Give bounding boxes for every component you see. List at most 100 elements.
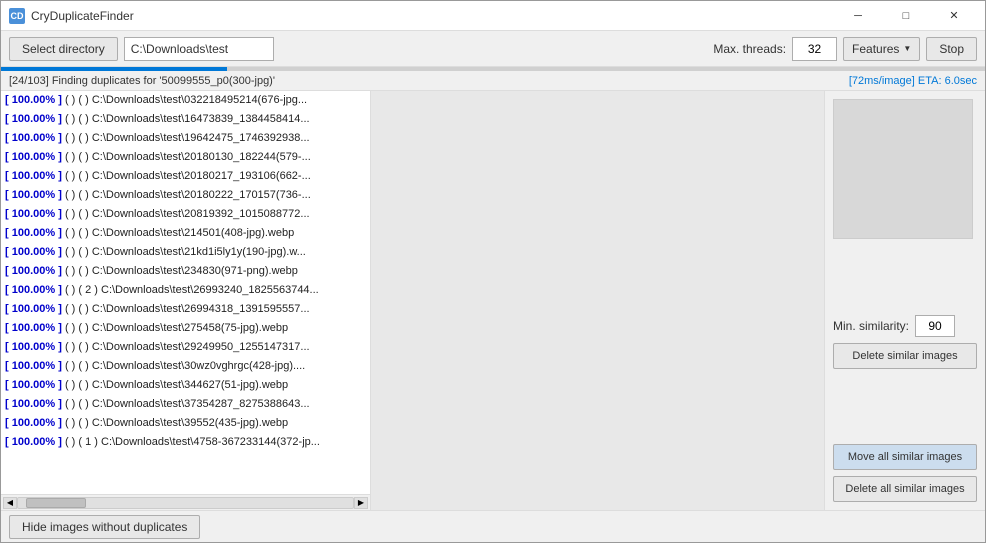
list-item-pct: [ 100.00% ] (5, 379, 62, 391)
list-item-info: ( ) ( ) (65, 208, 89, 220)
list-item[interactable]: [ 100.00% ] ( ) ( ) C:\Downloads\test\20… (1, 167, 370, 186)
list-item-info: ( ) ( ) (65, 227, 89, 239)
list-item[interactable]: [ 100.00% ] ( ) ( 2 ) C:\Downloads\test\… (1, 281, 370, 300)
delete-similar-button[interactable]: Delete similar images (833, 343, 977, 369)
delete-all-similar-button[interactable]: Delete all similar images (833, 476, 977, 502)
max-threads-label: Max. threads: (713, 42, 786, 56)
horizontal-scrollbar[interactable]: ◀ ▶ (1, 494, 370, 510)
maximize-button[interactable]: □ (883, 1, 929, 31)
list-item-path: C:\Downloads\test\30wz0vghrgc(428-jpg)..… (92, 360, 305, 372)
main-window: CD CryDuplicateFinder ─ □ ✕ Select direc… (0, 0, 986, 543)
title-bar-left: CD CryDuplicateFinder (9, 8, 134, 24)
list-item-info: ( ) ( ) (65, 303, 89, 315)
scroll-left-icon[interactable]: ◀ (3, 497, 17, 509)
move-all-similar-button[interactable]: Move all similar images (833, 444, 977, 470)
list-item-path: C:\Downloads\test\20819392_1015088772... (92, 208, 310, 220)
list-item[interactable]: [ 100.00% ] ( ) ( ) C:\Downloads\test\23… (1, 262, 370, 281)
list-item[interactable]: [ 100.00% ] ( ) ( ) C:\Downloads\test\27… (1, 319, 370, 338)
list-item-info: ( ) ( ) (65, 398, 89, 410)
close-button[interactable]: ✕ (931, 1, 977, 31)
path-value: C:\Downloads\test (131, 42, 228, 56)
list-item-pct: [ 100.00% ] (5, 246, 62, 258)
scrollbar-track[interactable] (17, 497, 354, 509)
list-item[interactable]: [ 100.00% ] ( ) ( ) C:\Downloads\test\37… (1, 395, 370, 414)
list-item[interactable]: [ 100.00% ] ( ) ( ) C:\Downloads\test\20… (1, 205, 370, 224)
window-title: CryDuplicateFinder (31, 9, 134, 23)
list-item-path: C:\Downloads\test\26994318_1391595557... (92, 303, 310, 315)
scrollbar-thumb[interactable] (26, 498, 86, 508)
min-similarity-label: Min. similarity: (833, 319, 909, 333)
list-item-info: ( ) ( ) (65, 132, 89, 144)
list-item-pct: [ 100.00% ] (5, 265, 62, 277)
list-item[interactable]: [ 100.00% ] ( ) ( ) C:\Downloads\test\20… (1, 148, 370, 167)
list-scroll[interactable]: [ 100.00% ] ( ) ( ) C:\Downloads\test\03… (1, 91, 370, 494)
list-panel: [ 100.00% ] ( ) ( ) C:\Downloads\test\03… (1, 91, 371, 510)
scroll-right-icon[interactable]: ▶ (354, 497, 368, 509)
list-item[interactable]: [ 100.00% ] ( ) ( ) C:\Downloads\test\30… (1, 357, 370, 376)
status-text: [24/103] Finding duplicates for '5009955… (9, 75, 275, 87)
list-item[interactable]: [ 100.00% ] ( ) ( ) C:\Downloads\test\34… (1, 376, 370, 395)
list-item-pct: [ 100.00% ] (5, 303, 62, 315)
list-item-pct: [ 100.00% ] (5, 284, 62, 296)
stop-button[interactable]: Stop (926, 37, 977, 61)
list-item[interactable]: [ 100.00% ] ( ) ( ) C:\Downloads\test\21… (1, 243, 370, 262)
list-item-path: C:\Downloads\test\20180217_193106(662-..… (92, 170, 311, 182)
list-item-info: ( ) ( 2 ) (65, 284, 98, 296)
list-item-path: C:\Downloads\test\19642475_1746392938... (92, 132, 310, 144)
title-bar-controls: ─ □ ✕ (835, 1, 977, 31)
app-icon: CD (9, 8, 25, 24)
list-item[interactable]: [ 100.00% ] ( ) ( ) C:\Downloads\test\39… (1, 414, 370, 433)
chevron-down-icon: ▼ (903, 44, 911, 53)
threads-input[interactable] (792, 37, 837, 61)
image-placeholder (371, 91, 824, 510)
list-item-info: ( ) ( ) (65, 341, 89, 353)
main-content: [ 100.00% ] ( ) ( ) C:\Downloads\test\03… (1, 91, 985, 510)
list-item-info: ( ) ( 1 ) (65, 436, 98, 448)
list-item-pct: [ 100.00% ] (5, 341, 62, 353)
list-item-path: C:\Downloads\test\16473839_1384458414... (92, 113, 310, 125)
list-item[interactable]: [ 100.00% ] ( ) ( ) C:\Downloads\test\20… (1, 186, 370, 205)
list-item-info: ( ) ( ) (65, 170, 89, 182)
list-item-path: C:\Downloads\test\29249950_1255147317... (92, 341, 310, 353)
list-item-info: ( ) ( ) (65, 151, 89, 163)
hide-no-duplicates-button[interactable]: Hide images without duplicates (9, 515, 200, 539)
list-item-pct: [ 100.00% ] (5, 322, 62, 334)
features-dropdown[interactable]: Features ▼ (843, 37, 920, 61)
list-item-pct: [ 100.00% ] (5, 227, 62, 239)
toolbar-right: Max. threads: Features ▼ Stop (713, 37, 977, 61)
list-item[interactable]: [ 100.00% ] ( ) ( 1 ) C:\Downloads\test\… (1, 433, 370, 452)
minimize-button[interactable]: ─ (835, 1, 881, 31)
list-item-info: ( ) ( ) (65, 322, 89, 334)
list-item-pct: [ 100.00% ] (5, 360, 62, 372)
eta-text: [72ms/image] ETA: 6.0sec (849, 75, 977, 87)
list-item-path: C:\Downloads\test\214501(408-jpg).webp (92, 227, 294, 239)
similarity-input[interactable] (915, 315, 955, 337)
list-item-pct: [ 100.00% ] (5, 189, 62, 201)
list-item[interactable]: [ 100.00% ] ( ) ( ) C:\Downloads\test\19… (1, 129, 370, 148)
toolbar: Select directory C:\Downloads\test Max. … (1, 31, 985, 67)
status-bar: [24/103] Finding duplicates for '5009955… (1, 71, 985, 91)
list-item[interactable]: [ 100.00% ] ( ) ( ) C:\Downloads\test\21… (1, 224, 370, 243)
list-item[interactable]: [ 100.00% ] ( ) ( ) C:\Downloads\test\03… (1, 91, 370, 110)
list-item-info: ( ) ( ) (65, 360, 89, 372)
list-item-pct: [ 100.00% ] (5, 94, 62, 106)
title-bar: CD CryDuplicateFinder ─ □ ✕ (1, 1, 985, 31)
list-item-info: ( ) ( ) (65, 379, 89, 391)
list-item-info: ( ) ( ) (65, 265, 89, 277)
list-item-info: ( ) ( ) (65, 417, 89, 429)
select-directory-button[interactable]: Select directory (9, 37, 118, 61)
list-item-pct: [ 100.00% ] (5, 170, 62, 182)
list-item-path: C:\Downloads\test\39552(435-jpg).webp (92, 417, 288, 429)
spacer (833, 245, 977, 309)
list-item-path: C:\Downloads\test\234830(971-png).webp (92, 265, 298, 277)
list-item-path: C:\Downloads\test\275458(75-jpg).webp (92, 322, 288, 334)
list-item-path: C:\Downloads\test\20180222_170157(736-..… (92, 189, 311, 201)
list-item-pct: [ 100.00% ] (5, 208, 62, 220)
list-item-info: ( ) ( ) (65, 94, 89, 106)
list-item[interactable]: [ 100.00% ] ( ) ( ) C:\Downloads\test\26… (1, 300, 370, 319)
list-item-path: C:\Downloads\test\37354287_8275388643... (92, 398, 310, 410)
list-item-info: ( ) ( ) (65, 189, 89, 201)
thumbnail-box (833, 99, 973, 239)
list-item[interactable]: [ 100.00% ] ( ) ( ) C:\Downloads\test\29… (1, 338, 370, 357)
list-item[interactable]: [ 100.00% ] ( ) ( ) C:\Downloads\test\16… (1, 110, 370, 129)
